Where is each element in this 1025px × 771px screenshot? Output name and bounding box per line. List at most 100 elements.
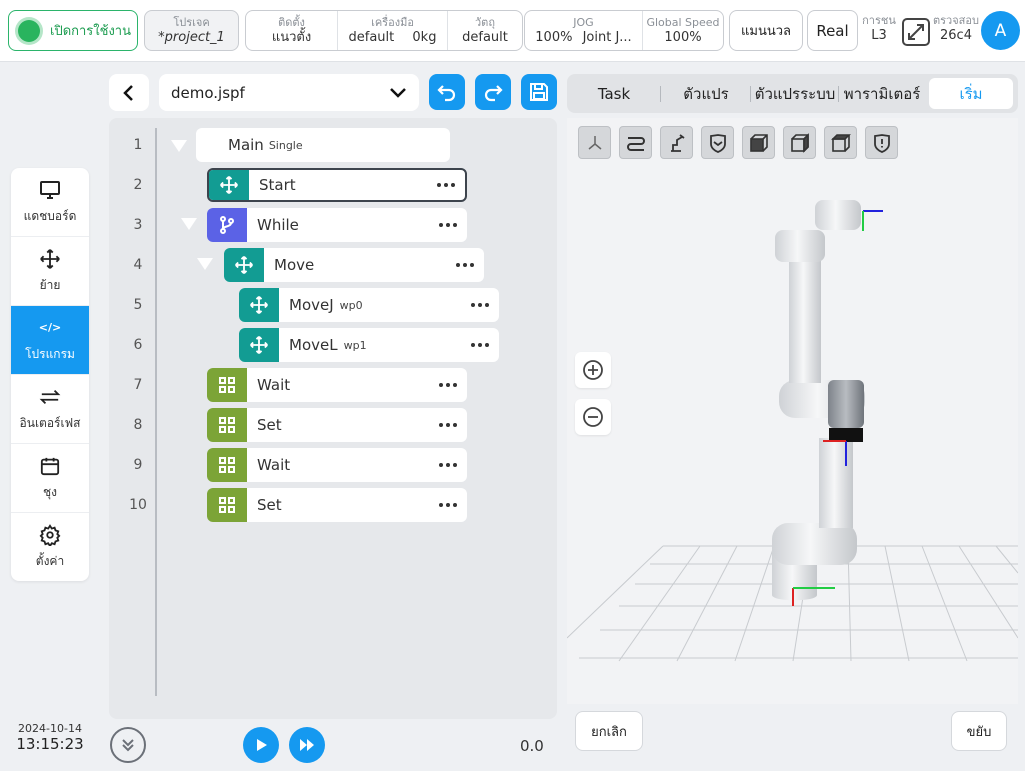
tree-node[interactable]: Wait (207, 368, 467, 402)
jog-percent: 100% (535, 30, 573, 45)
axes-icon (588, 135, 601, 150)
grid-icon (207, 448, 247, 482)
branch-icon (207, 208, 247, 242)
manual-mode-button[interactable]: แมนนวล (729, 10, 803, 51)
view-top-button[interactable] (824, 126, 857, 159)
more-options-icon[interactable] (439, 383, 457, 387)
check-caption: ตรวจสอบ (933, 14, 979, 27)
zoom-out-button[interactable] (575, 399, 611, 435)
line-number: 2 (133, 177, 143, 193)
tree-node[interactable]: Set (207, 488, 467, 522)
grid-icon (207, 408, 247, 442)
collapse-caret-move[interactable] (197, 258, 213, 270)
shield-icon (709, 133, 726, 153)
tree-node[interactable]: Start (207, 168, 467, 202)
expand-icon[interactable] (901, 17, 931, 47)
tree-node[interactable]: MoveJ wp0 (239, 288, 499, 322)
grid-icon (207, 488, 247, 522)
robot-scene (566, 200, 1019, 662)
tab-system-variables[interactable]: ตัวแปรระบบ (751, 78, 839, 109)
collapse-caret-while[interactable] (181, 218, 197, 230)
tab-parameters[interactable]: พารามิเตอร์ (839, 78, 925, 109)
view-robot-button[interactable] (660, 126, 693, 159)
redo-button[interactable] (475, 74, 511, 110)
collapse-all-button[interactable] (110, 727, 146, 763)
zoom-in-button[interactable] (575, 352, 611, 388)
tree-node[interactable]: MoveL wp1 (239, 328, 499, 362)
enable-button[interactable]: เปิดการใช้งาน (8, 10, 138, 51)
object-value: default (462, 30, 508, 45)
view-shield-button[interactable] (701, 126, 734, 159)
tree-guide-line (155, 128, 157, 696)
save-button[interactable] (521, 74, 557, 110)
line-number: 6 (133, 337, 143, 353)
real-mode-button[interactable]: Real (807, 10, 858, 51)
move-icon (239, 328, 279, 362)
project-selector[interactable]: โปรเจค *project_1 (144, 10, 239, 51)
more-options-icon[interactable] (471, 303, 489, 307)
tree-node[interactable]: Wait (207, 448, 467, 482)
node-label: Move (274, 256, 315, 274)
sidebar-item-schedule[interactable]: ชุง (11, 444, 89, 513)
jog-panel[interactable]: JOG 100% Joint J... Global Speed 100% (524, 10, 724, 51)
file-select[interactable]: demo.jspf (159, 74, 419, 111)
move-button[interactable]: ขยับ (951, 711, 1007, 751)
chevron-left-icon (123, 84, 133, 101)
node-label: While (257, 216, 299, 234)
back-button[interactable] (109, 74, 149, 111)
node-label: MoveL (289, 336, 338, 354)
setup-caption: ติดตั้ง (278, 16, 305, 29)
more-options-icon[interactable] (439, 463, 457, 467)
sidebar-item-label: ย้าย (39, 277, 61, 292)
robot-3d-viewport[interactable] (566, 118, 1019, 704)
more-options-icon[interactable] (439, 223, 457, 227)
clock-time: 13:15:23 (16, 735, 84, 753)
line-number: 7 (133, 377, 143, 393)
tab-task[interactable]: Task (567, 78, 661, 109)
view-side-button[interactable] (783, 126, 816, 159)
line-number: 4 (133, 257, 143, 273)
tab-start[interactable]: เริ่ม (929, 78, 1013, 109)
view-path-button[interactable] (619, 126, 652, 159)
robot-lower-arm (819, 438, 853, 528)
node-label: Set (257, 496, 282, 514)
calendar-icon (40, 455, 60, 477)
more-options-icon[interactable] (439, 423, 457, 427)
sidebar-item-label: ชุง (42, 484, 57, 499)
view-warning-button[interactable] (865, 126, 898, 159)
view-axes-button[interactable] (578, 126, 611, 159)
tool-weight: 0kg (412, 30, 437, 45)
sidebar-item-move[interactable]: ย้าย (11, 237, 89, 306)
gear-icon (39, 524, 61, 546)
cancel-button[interactable]: ยกเลิก (575, 711, 643, 751)
tree-node[interactable]: Set (207, 408, 467, 442)
redo-icon (484, 85, 503, 102)
sidebar-item-settings[interactable]: ตั้งค่า (11, 513, 89, 581)
sidebar-item-program[interactable]: </> โปรแกรม (11, 306, 89, 375)
sidebar-item-interface[interactable]: อินเตอร์เฟส (11, 375, 89, 444)
play-button[interactable] (243, 727, 279, 763)
tree-node[interactable]: Move (224, 248, 484, 282)
chevron-down-icon (390, 87, 406, 98)
interface-icon (39, 386, 61, 408)
view-front-button[interactable] (742, 126, 775, 159)
tree-node[interactable]: While (207, 208, 467, 242)
more-options-icon[interactable] (437, 183, 455, 187)
undo-button[interactable] (429, 74, 465, 110)
step-forward-button[interactable] (289, 727, 325, 763)
collapse-caret-main[interactable] (171, 140, 187, 152)
more-options-icon[interactable] (439, 503, 457, 507)
project-name: *project_1 (158, 30, 225, 45)
installation-panel[interactable]: ติดตั้ง แนวตั้ง เครื่องมือ default 0kg ว… (245, 10, 523, 51)
sidebar-item-dashboard[interactable]: แดชบอร์ด (11, 168, 89, 237)
enable-label: เปิดการใช้งาน (50, 24, 131, 39)
move-icon (39, 248, 61, 270)
play-icon (257, 739, 267, 751)
tree-root-main[interactable]: Main Single (196, 128, 450, 162)
sidebar-item-label: แดชบอร์ด (23, 208, 77, 223)
user-avatar[interactable]: A (981, 11, 1020, 50)
more-options-icon[interactable] (471, 343, 489, 347)
tab-variables[interactable]: ตัวแปร (661, 78, 751, 109)
collision-level[interactable]: การชน L3 (861, 14, 897, 44)
more-options-icon[interactable] (456, 263, 474, 267)
